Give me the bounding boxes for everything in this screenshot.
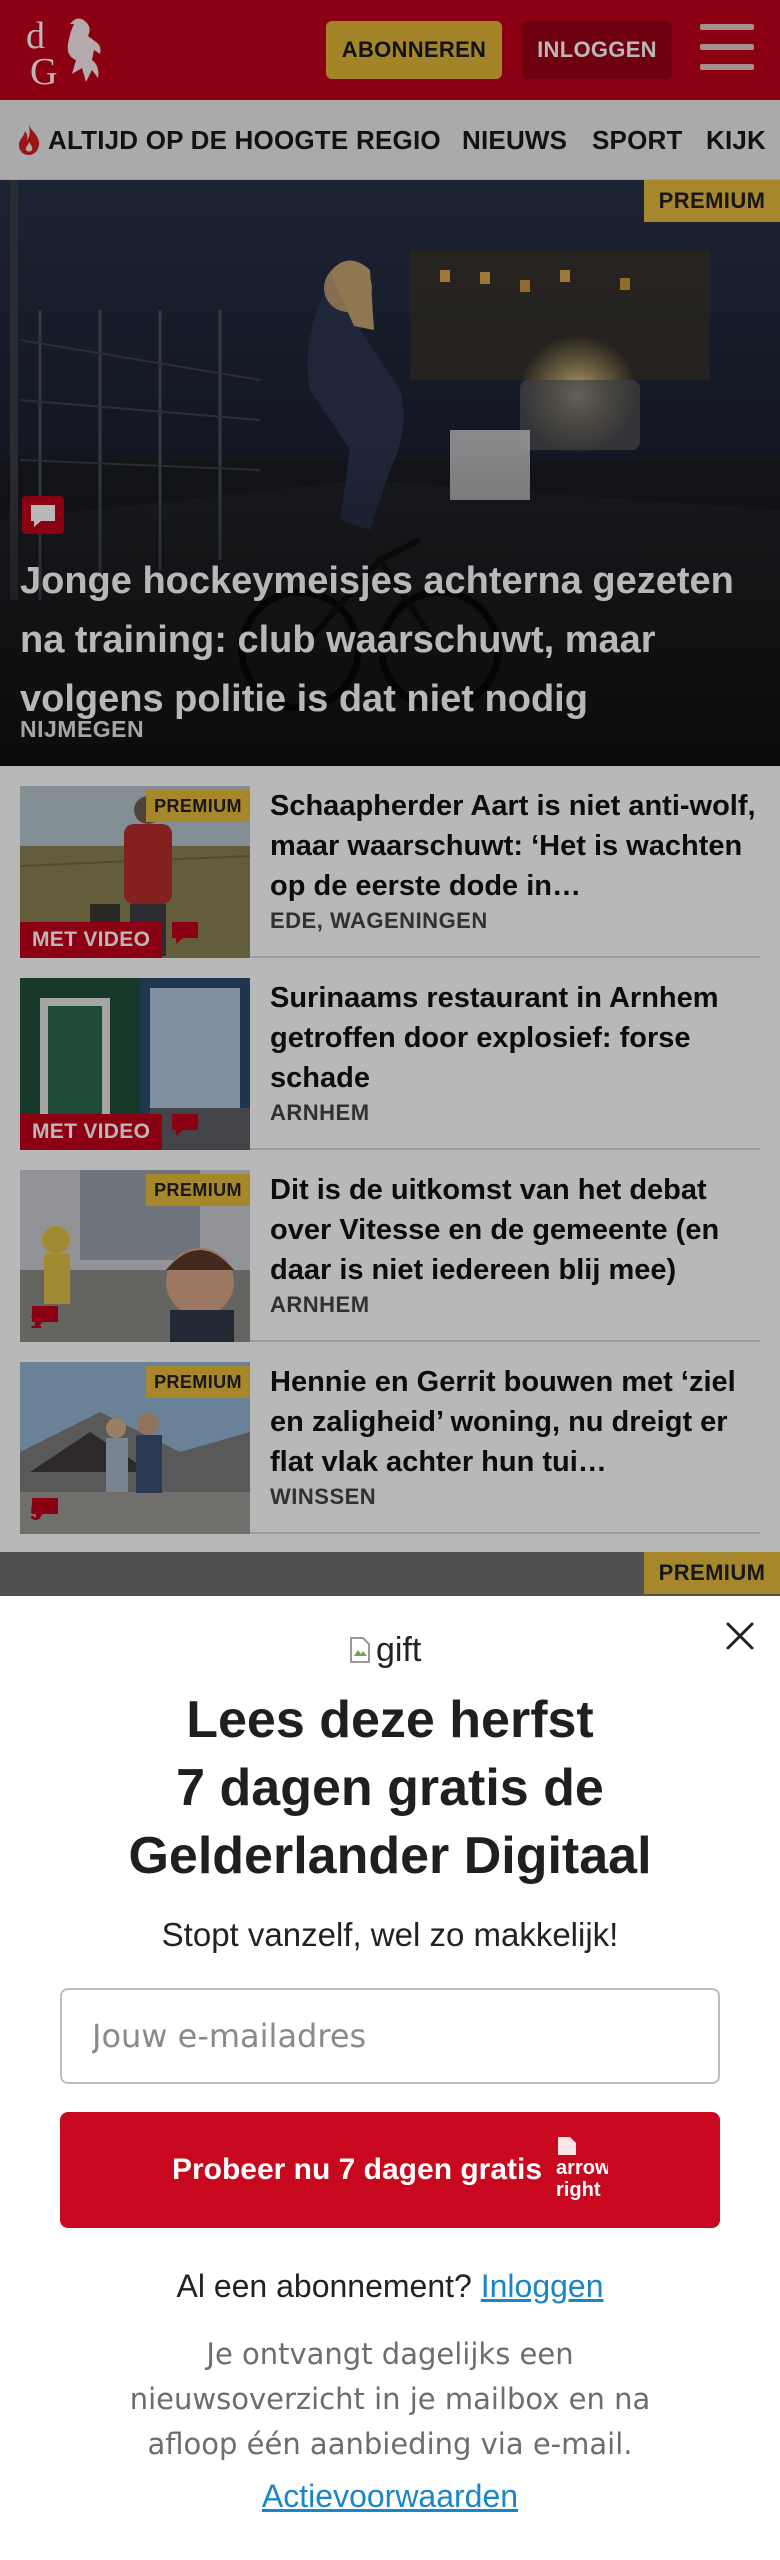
modal-title-line: Gelderlander Digitaal [128, 1827, 652, 1885]
modal-title-line: Lees deze herfst [186, 1691, 594, 1749]
gift-icon: gift [348, 1628, 432, 1672]
modal-title: Lees deze herfst 7 dagen gratis de Gelde… [40, 1686, 740, 1890]
trial-cta-button[interactable]: Probeer nu 7 dagen gratis arrow-right [60, 2112, 720, 2228]
email-input[interactable] [60, 1988, 720, 2084]
existing-subscription-line: Al een abonnement? Inloggen [40, 2268, 740, 2305]
close-icon[interactable] [720, 1616, 760, 1656]
arrow-right-icon: arrow-right [556, 2135, 608, 2205]
modal-title-line: 7 dagen gratis de [176, 1759, 604, 1817]
info-text: Je ontvangt dagelijks een nieuwsoverzich… [129, 2337, 651, 2461]
cta-label: Probeer nu 7 dagen gratis [171, 2153, 543, 2186]
terms-link[interactable]: Actievoorwaarden [262, 2478, 518, 2514]
gift-alt-text: gift [376, 1630, 422, 1669]
modal-backdrop[interactable] [0, 0, 780, 1596]
login-link[interactable]: Inloggen [481, 2268, 604, 2304]
terms-line: Actievoorwaarden [40, 2478, 740, 2515]
arrow-alt-text: arrow-right [556, 2157, 609, 2201]
modal-subtitle: Stopt vanzelf, wel zo makkelijk! [161, 1916, 619, 1953]
existing-subscription-text: Al een abonnement? [176, 2268, 472, 2304]
subscription-modal: gift Lees deze herfst 7 dagen gratis de … [0, 1596, 780, 2560]
